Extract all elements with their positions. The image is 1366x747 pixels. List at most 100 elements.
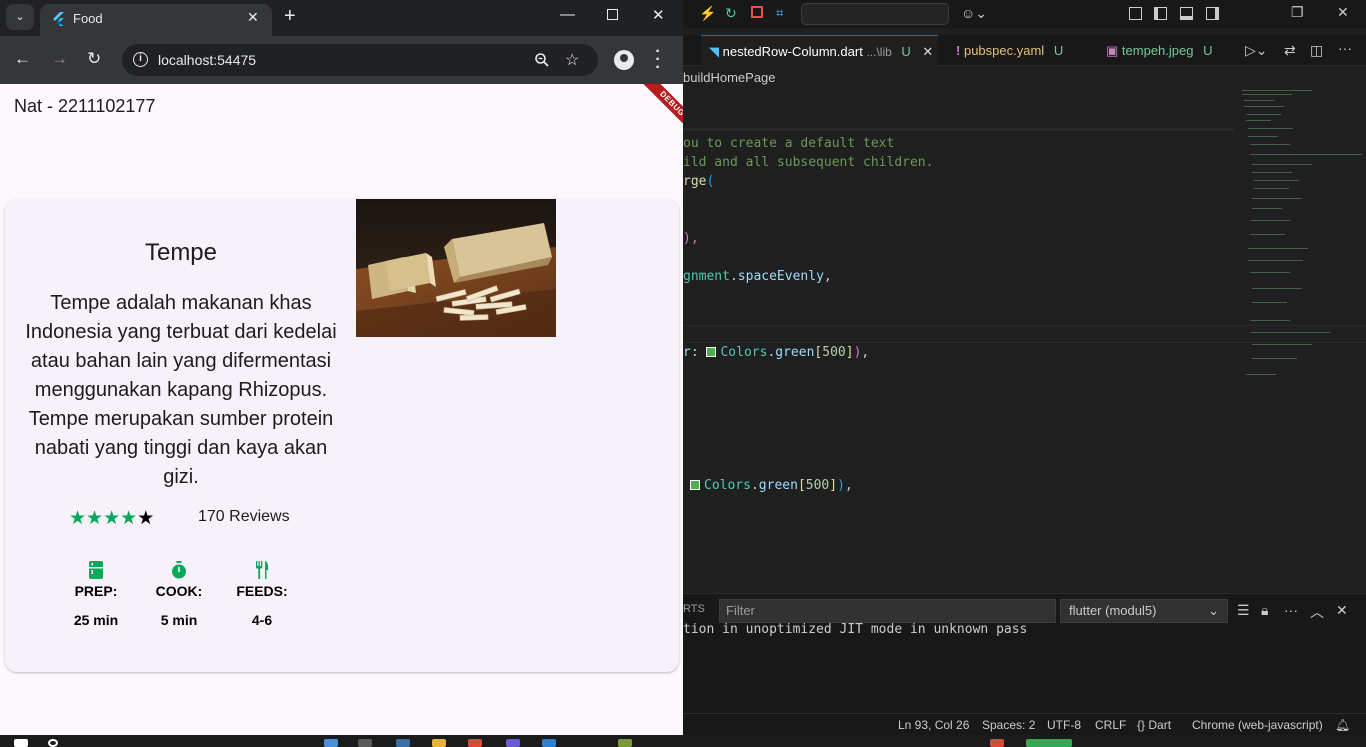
output-filter-input[interactable]: Filter bbox=[719, 599, 1056, 623]
bottom-panel: RTS Filter flutter (modul5) ⌄ ☰ 🔒︎ ··· ︿… bbox=[683, 593, 1366, 713]
tab-label: pubspec.yaml bbox=[963, 43, 1045, 58]
status-spaces[interactable]: Spaces: 2 bbox=[982, 718, 1035, 732]
taskbar-app-icon[interactable] bbox=[324, 739, 338, 747]
output-log: tion in unoptimized JIT mode in unknown … bbox=[683, 622, 1028, 637]
back-icon[interactable]: ← bbox=[14, 49, 31, 69]
tab-nestedrow-column[interactable]: ◥ nestedRow-Column.dart ...\lib U ✕ bbox=[701, 35, 938, 66]
toggle-sidebar-icon[interactable] bbox=[1154, 7, 1167, 20]
forward-icon[interactable]: → bbox=[51, 49, 68, 69]
taskbar-app-icon[interactable] bbox=[432, 739, 446, 747]
taskbar-app-icon[interactable] bbox=[396, 739, 410, 747]
devtools-icon[interactable]: ⌗ bbox=[776, 4, 783, 22]
zoom-icon[interactable] bbox=[534, 52, 550, 68]
maximize-icon[interactable] bbox=[607, 9, 618, 20]
browser-menu-icon[interactable]: · · · bbox=[654, 44, 662, 76]
star-icon: ★ bbox=[103, 508, 121, 529]
address-bar[interactable]: i localhost:54475 ☆ bbox=[122, 44, 598, 76]
code-line: gnment.spaceEvenly, bbox=[683, 269, 832, 284]
taskbar-widget[interactable] bbox=[1026, 739, 1072, 747]
status-encoding[interactable]: UTF-8 bbox=[1047, 718, 1081, 732]
code-editor[interactable]: ou to create a default text ild and all … bbox=[683, 90, 1243, 590]
maximize-panel-icon[interactable]: ︿ bbox=[1310, 602, 1324, 622]
close-window-icon[interactable]: ✕ bbox=[652, 6, 665, 24]
tab-label: tempeh.jpeg bbox=[1121, 43, 1194, 58]
command-center[interactable] bbox=[801, 3, 949, 25]
more-icon[interactable]: ··· bbox=[1284, 602, 1298, 618]
status-eol[interactable]: CRLF bbox=[1095, 718, 1126, 732]
taskbar-app-icon[interactable] bbox=[506, 739, 520, 747]
layout-customize-icon[interactable] bbox=[1129, 7, 1142, 20]
color-swatch[interactable] bbox=[706, 347, 717, 357]
minimap[interactable] bbox=[1238, 88, 1362, 380]
breadcrumb[interactable]: buildHomePage bbox=[683, 70, 776, 85]
copilot-icon[interactable]: ☺⌄ bbox=[961, 4, 987, 22]
browser-toolbar: ← → ↻ i localhost:54475 ☆ · · · bbox=[0, 36, 683, 84]
clear-output-icon[interactable]: ☰ bbox=[1237, 602, 1250, 619]
windows-taskbar bbox=[0, 735, 1366, 747]
more-actions-icon[interactable]: ··· bbox=[1338, 39, 1352, 57]
split-editor-icon[interactable]: ◫ bbox=[1310, 41, 1323, 59]
site-info-icon[interactable]: i bbox=[133, 52, 148, 67]
stat-value: 4-6 bbox=[251, 612, 273, 628]
stop-icon[interactable] bbox=[751, 6, 763, 18]
chevron-down-icon: ⌄ bbox=[1208, 603, 1219, 618]
flutter-favicon-icon bbox=[53, 12, 64, 26]
close-icon[interactable]: ✕ bbox=[1337, 4, 1349, 21]
taskbar-app-icon[interactable] bbox=[618, 739, 632, 747]
toggle-panel-icon[interactable] bbox=[1180, 7, 1193, 20]
taskbar-app-icon[interactable] bbox=[542, 739, 556, 747]
tab-search-button[interactable]: ⌄ bbox=[6, 4, 34, 30]
restaurant-icon bbox=[256, 561, 269, 579]
taskbar-app-icon[interactable] bbox=[358, 739, 372, 747]
taskbar-app-icon[interactable] bbox=[468, 739, 482, 747]
kitchen-icon bbox=[89, 561, 103, 579]
hot-restart-icon[interactable]: ↻ bbox=[725, 4, 737, 22]
minimize-icon[interactable]: — bbox=[560, 6, 575, 23]
tab-status: U bbox=[1203, 43, 1213, 58]
app-bar-title: Nat - 2211102177 bbox=[14, 96, 156, 116]
reload-icon[interactable]: ↻ bbox=[87, 49, 101, 69]
tab-status: U bbox=[901, 44, 911, 59]
close-tab-icon[interactable]: ✕ bbox=[247, 9, 259, 26]
editor-tabs: ◥ nestedRow-Column.dart ...\lib U ✕ ! pu… bbox=[683, 35, 1366, 66]
run-icon[interactable]: ▷⌄ bbox=[1245, 41, 1268, 59]
status-device[interactable]: Chrome (web-javascript) bbox=[1192, 718, 1323, 732]
tab-path: ...\lib bbox=[866, 45, 892, 59]
tab-tempeh-image[interactable]: ▣ tempeh.jpeg U bbox=[1098, 35, 1213, 66]
code-line: ou to create a default text bbox=[683, 136, 895, 151]
tab-food[interactable]: Food ✕ bbox=[40, 4, 272, 36]
rating-stars: ★★★★★ bbox=[69, 507, 154, 530]
tab-pubspec[interactable]: ! pubspec.yaml U bbox=[948, 35, 1063, 66]
restore-icon[interactable]: ❐ bbox=[1291, 4, 1304, 21]
status-position[interactable]: Ln 93, Col 26 bbox=[898, 718, 969, 732]
tempeh-photo bbox=[356, 199, 556, 337]
search-icon[interactable] bbox=[48, 739, 58, 747]
tab-strip: ⌄ Food ✕ + — ✕ bbox=[0, 0, 683, 36]
debug-banner: DEBUG bbox=[639, 84, 683, 137]
flutter-hot-reload-icon[interactable]: ⚡ bbox=[699, 4, 716, 22]
new-tab-icon[interactable]: + bbox=[284, 5, 296, 28]
color-swatch[interactable] bbox=[690, 480, 700, 490]
toggle-secondary-sidebar-icon[interactable] bbox=[1206, 7, 1219, 20]
tab-title: Food bbox=[73, 11, 103, 26]
status-language[interactable]: {} Dart bbox=[1137, 718, 1171, 732]
taskbar-app-icon[interactable] bbox=[990, 739, 1004, 747]
bookmark-star-icon[interactable]: ☆ bbox=[565, 50, 579, 70]
panel-tab-ports[interactable]: RTS bbox=[683, 603, 705, 615]
code-line: Colors.green[500]), bbox=[690, 478, 853, 493]
output-channel-select[interactable]: flutter (modul5) ⌄ bbox=[1060, 599, 1228, 623]
close-tab-icon[interactable]: ✕ bbox=[922, 44, 933, 59]
close-panel-icon[interactable]: ✕ bbox=[1336, 602, 1348, 619]
star-icon: ★ bbox=[137, 508, 155, 529]
start-icon[interactable] bbox=[14, 739, 28, 747]
compare-icon[interactable]: ⇄ bbox=[1284, 41, 1296, 59]
stat-cook: COOK: 5 min bbox=[144, 561, 214, 628]
food-card: Tempe Tempe adalah makanan khas Indonesi… bbox=[5, 199, 679, 672]
profile-avatar[interactable] bbox=[614, 50, 634, 70]
lock-icon[interactable]: 🔒︎ bbox=[1261, 602, 1268, 619]
vscode-window: ⚡ ↻ ⌗ ☺⌄ ❐ ✕ ◥ nestedRow-Column.dart ...… bbox=[683, 0, 1366, 747]
image-file-icon: ▣ bbox=[1106, 43, 1119, 58]
notifications-icon[interactable]: 🔔︎ bbox=[1335, 718, 1350, 732]
stat-label: COOK: bbox=[155, 583, 203, 599]
stat-prep: PREP: 25 min bbox=[61, 561, 131, 628]
